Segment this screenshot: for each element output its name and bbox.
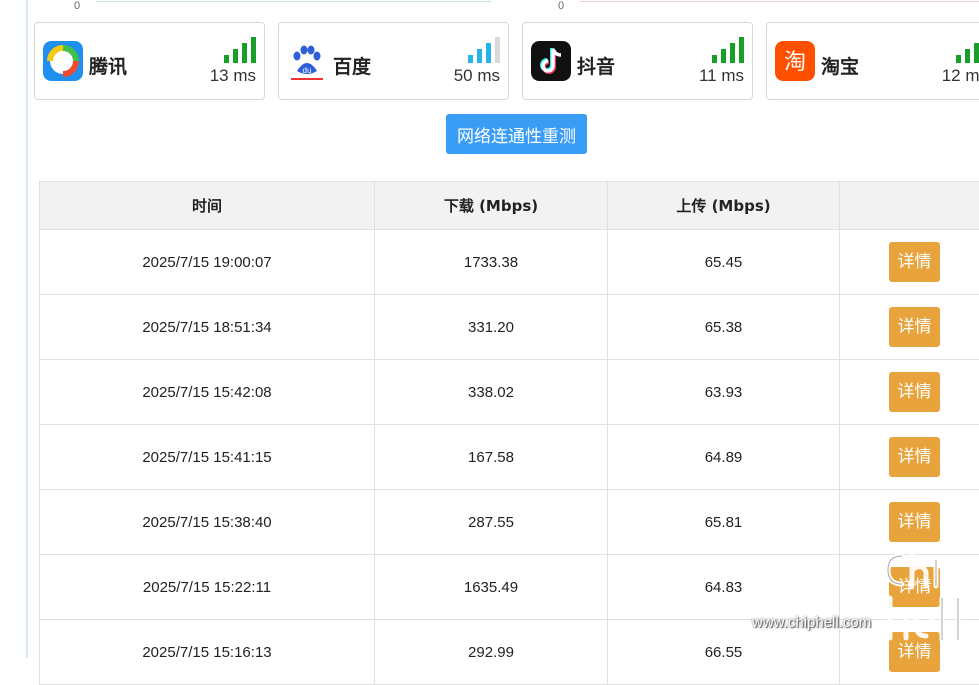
site-card-baidu[interactable]: du 百度 50 ms — [278, 22, 509, 100]
cell-upload: 63.93 — [608, 360, 840, 425]
connectivity-retest-button[interactable]: 网络连通性重测 — [446, 114, 587, 154]
table-row: 2025/7/15 15:42:08 338.02 63.93 详情 — [40, 360, 979, 425]
table-header-row: 时间 下载 (Mbps) 上传 (Mbps) — [40, 182, 979, 230]
column-header-actions — [840, 182, 979, 230]
cell-time: 2025/7/15 18:51:34 — [40, 295, 375, 360]
cell-download: 1733.38 — [375, 230, 608, 295]
latency-value: 11 ms — [699, 66, 744, 86]
latency-value: 50 ms — [454, 66, 500, 86]
cell-upload: 65.81 — [608, 490, 840, 555]
detail-button[interactable]: 详情 — [889, 242, 940, 282]
cell-upload: 65.45 — [608, 230, 840, 295]
site-card-douyin[interactable]: 抖音 11 ms — [522, 22, 753, 100]
svg-text:du: du — [303, 66, 312, 75]
table-row: 2025/7/15 19:00:07 1733.38 65.45 详情 — [40, 230, 979, 295]
cell-download: 292.99 — [375, 620, 608, 685]
chart-axis-zero-left: 0 — [74, 0, 80, 12]
cell-download: 1635.49 — [375, 555, 608, 620]
cell-download: 331.20 — [375, 295, 608, 360]
cell-time: 2025/7/15 15:41:15 — [40, 425, 375, 490]
table-row: 2025/7/15 15:22:11 1635.49 64.83 详情 — [40, 555, 979, 620]
column-header-time[interactable]: 时间 — [40, 182, 375, 230]
site-name: 百度 — [333, 52, 371, 79]
table-row: 2025/7/15 15:41:15 167.58 64.89 详情 — [40, 425, 979, 490]
cell-upload: 65.38 — [608, 295, 840, 360]
signal-strength-icon — [468, 37, 500, 63]
detail-button[interactable]: 详情 — [889, 437, 940, 477]
baidu-logo-icon: du — [287, 41, 327, 81]
cell-download: 287.55 — [375, 490, 608, 555]
detail-button[interactable]: 详情 — [889, 307, 940, 347]
detail-button[interactable]: 详情 — [889, 502, 940, 542]
latency-value: 12 ms — [942, 66, 979, 86]
svg-text:淘: 淘 — [784, 50, 806, 75]
signal-strength-icon — [956, 37, 979, 63]
cell-time: 2025/7/15 15:16:13 — [40, 620, 375, 685]
tencent-logo-icon — [43, 41, 83, 81]
column-header-download[interactable]: 下载 (Mbps) — [375, 182, 608, 230]
content-left-border — [26, 0, 28, 658]
cell-time: 2025/7/15 15:42:08 — [40, 360, 375, 425]
site-name: 淘宝 — [821, 52, 859, 79]
chart-baseline-right — [580, 1, 979, 2]
cell-time: 2025/7/15 19:00:07 — [40, 230, 375, 295]
signal-strength-icon — [224, 37, 256, 63]
chart-baseline-left — [96, 1, 491, 2]
cell-download: 167.58 — [375, 425, 608, 490]
signal-strength-icon — [712, 37, 744, 63]
douyin-logo-icon — [531, 41, 571, 81]
site-card-tencent[interactable]: 腾讯 13 ms — [34, 22, 265, 100]
cell-time: 2025/7/15 15:22:11 — [40, 555, 375, 620]
chart-axis-zero-right: 0 — [558, 0, 564, 12]
cell-download: 338.02 — [375, 360, 608, 425]
latency-value: 13 ms — [210, 66, 256, 86]
cell-time: 2025/7/15 15:38:40 — [40, 490, 375, 555]
cell-upload: 64.83 — [608, 555, 840, 620]
site-card-taobao[interactable]: 淘 淘宝 12 ms — [766, 22, 979, 100]
taobao-logo-icon: 淘 — [775, 41, 815, 81]
table-row: 2025/7/15 18:51:34 331.20 65.38 详情 — [40, 295, 979, 360]
site-name: 腾讯 — [89, 52, 127, 79]
site-name: 抖音 — [577, 52, 615, 79]
speed-test-results-table: 时间 下载 (Mbps) 上传 (Mbps) 2025/7/15 19:00:0… — [39, 181, 979, 685]
chiphell-watermark-logo — [880, 542, 970, 646]
column-header-upload[interactable]: 上传 (Mbps) — [608, 182, 840, 230]
cell-upload: 64.89 — [608, 425, 840, 490]
chiphell-watermark-url: www.chiphell.com — [752, 614, 871, 631]
table-row: 2025/7/15 15:38:40 287.55 65.81 详情 — [40, 490, 979, 555]
detail-button[interactable]: 详情 — [889, 372, 940, 412]
